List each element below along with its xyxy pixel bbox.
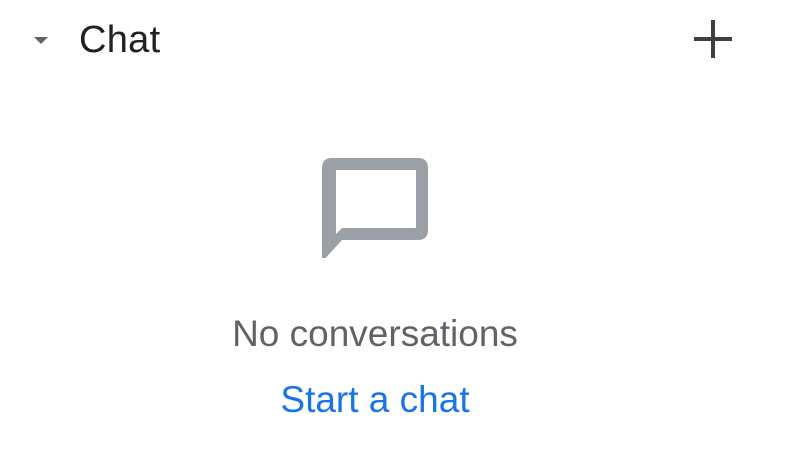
start-a-chat-link[interactable]: Start a chat [0,378,750,422]
empty-state: No conversations Start a chat [0,140,750,440]
no-conversations-text: No conversations [232,313,518,354]
chat-bubble-outline-icon [320,148,430,258]
section-title: Chat [79,19,161,61]
new-chat-button[interactable] [686,14,740,68]
collapse-toggle[interactable] [22,22,60,60]
arrow-drop-down-icon [29,29,53,53]
chat-section-header: Chat [0,0,800,84]
chat-panel: Chat No conversations Start a chat [0,0,800,460]
plus-icon [689,15,737,68]
